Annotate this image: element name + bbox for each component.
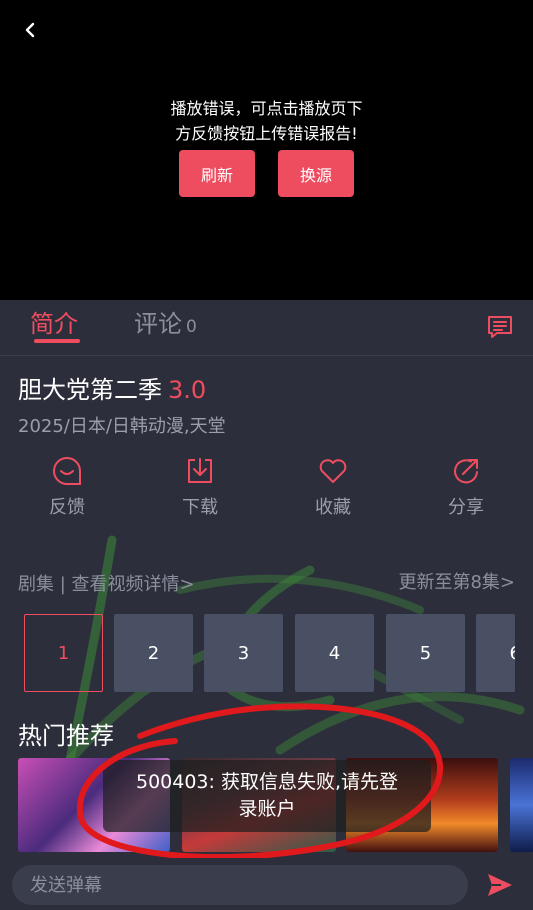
episodes-header: 剧集 | 查看视频详情> 更新至第8集> bbox=[0, 568, 533, 598]
tab-bar: 简介 评论 0 bbox=[0, 300, 533, 356]
video-score: 3.0 bbox=[168, 376, 207, 404]
comment-count: 0 bbox=[186, 317, 197, 337]
danmaku-list-icon[interactable] bbox=[485, 312, 515, 342]
back-button[interactable] bbox=[14, 14, 46, 46]
share-button[interactable]: 分享 bbox=[416, 455, 516, 519]
error-message-line1: 播放错误，可点击播放页下 bbox=[170, 99, 363, 118]
bottom-bar bbox=[0, 858, 533, 910]
error-message-line2: 方反馈按钮上传错误报告! bbox=[175, 124, 358, 143]
toast-line2: 录账户 bbox=[238, 798, 296, 820]
video-title-row: 胆大党第二季 3.0 bbox=[18, 370, 206, 405]
episode-button[interactable]: 4 bbox=[295, 614, 374, 692]
collect-label: 收藏 bbox=[315, 497, 351, 518]
chevron-left-icon bbox=[25, 22, 35, 38]
error-message: 播放错误，可点击播放页下 方反馈按钮上传错误报告! bbox=[0, 96, 533, 146]
tab-comment[interactable]: 评论 0 bbox=[134, 304, 197, 344]
tab-comment-label: 评论 bbox=[134, 310, 182, 338]
tab-intro[interactable]: 简介 bbox=[30, 304, 78, 344]
download-button[interactable]: 下载 bbox=[150, 455, 250, 519]
switch-source-button[interactable]: 换源 bbox=[278, 150, 354, 197]
feedback-icon bbox=[53, 456, 81, 485]
download-icon bbox=[188, 458, 212, 483]
action-bar: 反馈 下载 收藏 分享 bbox=[0, 455, 533, 525]
episode-number: 6 bbox=[510, 643, 515, 664]
episode-button[interactable]: 6 bbox=[476, 614, 515, 692]
episode-button[interactable]: 2 bbox=[114, 614, 193, 692]
share-icon bbox=[454, 459, 478, 484]
danmaku-input[interactable] bbox=[12, 865, 468, 905]
heart-icon bbox=[319, 459, 347, 483]
error-toast: 500403: 获取信息失败,请先登 录账户 bbox=[103, 760, 431, 832]
video-title: 胆大党第二季 bbox=[18, 376, 162, 404]
hot-recommend-title: 热门推荐 bbox=[18, 722, 114, 750]
recommend-thumbnail[interactable] bbox=[510, 758, 533, 852]
feedback-button[interactable]: 反馈 bbox=[17, 455, 117, 519]
share-label: 分享 bbox=[448, 497, 484, 518]
episode-button[interactable]: 3 bbox=[204, 614, 283, 692]
download-label: 下载 bbox=[182, 497, 218, 518]
episode-button[interactable]: 5 bbox=[386, 614, 465, 692]
episode-list: 1 2 3 4 5 6 bbox=[0, 614, 533, 694]
episode-button[interactable]: 1 bbox=[24, 614, 103, 692]
collect-button[interactable]: 收藏 bbox=[283, 455, 383, 519]
episodes-update-link[interactable]: 更新至第8集> bbox=[398, 568, 515, 594]
feedback-label: 反馈 bbox=[49, 497, 85, 518]
episodes-detail-link[interactable]: 剧集 | 查看视频详情> bbox=[18, 570, 195, 596]
video-player[interactable]: 播放错误，可点击播放页下 方反馈按钮上传错误报告! 刷新 换源 bbox=[0, 0, 533, 300]
refresh-button[interactable]: 刷新 bbox=[179, 150, 255, 197]
toast-line1: 500403: 获取信息失败,请先登 bbox=[135, 771, 398, 793]
active-tab-indicator bbox=[34, 339, 80, 343]
send-icon[interactable] bbox=[485, 870, 515, 900]
video-meta: 2025/日本/日韩动漫,天堂 bbox=[18, 416, 226, 437]
